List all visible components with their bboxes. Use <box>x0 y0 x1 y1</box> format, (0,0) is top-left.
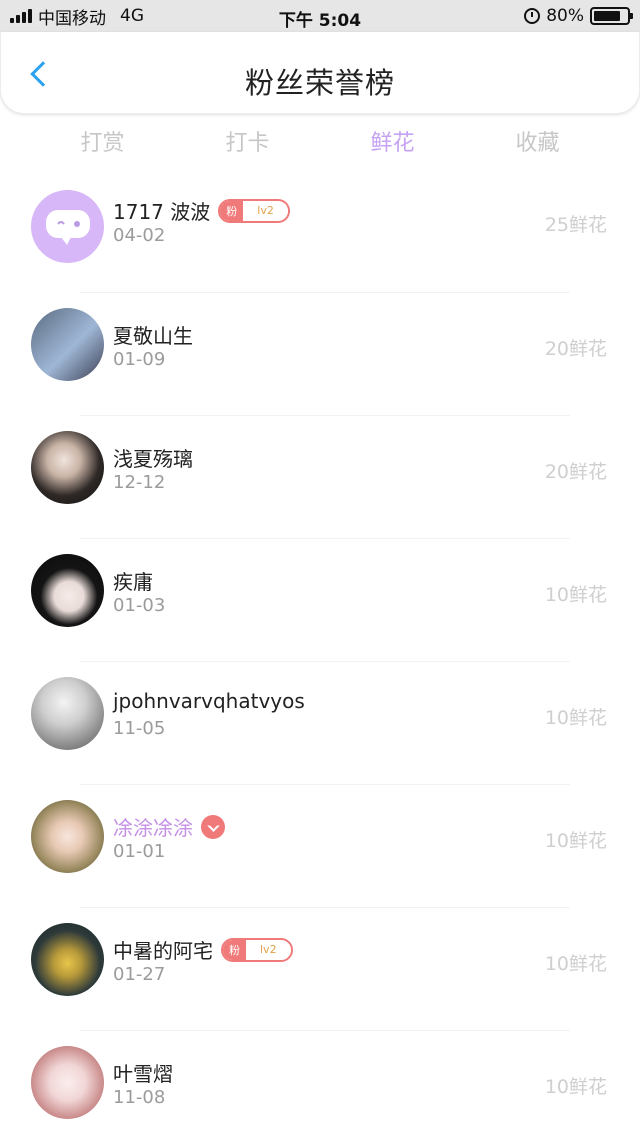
fan-name-text: 叶雪熠 <box>113 1062 173 1086</box>
divider <box>80 538 570 539</box>
badge-label: 粉 <box>220 200 244 221</box>
avatar <box>31 1046 104 1119</box>
fan-name-text: 夏敬山生 <box>113 324 193 348</box>
list-item[interactable]: 疾庸 01-03 10鲜花 <box>0 538 640 661</box>
avatar <box>31 431 104 504</box>
alarm-icon <box>524 8 541 24</box>
fan-name: 叶雪熠 <box>113 1058 173 1087</box>
chat-bubble-icon <box>45 209 90 245</box>
battery-percent: 80% <box>546 6 584 26</box>
fan-name-text: 中暑的阿宅 <box>113 939 213 963</box>
divider <box>80 784 570 785</box>
tab-checkin[interactable]: 打卡 <box>175 122 320 166</box>
battery-icon <box>590 7 633 25</box>
fan-name: jpohnvarvqhatvyos <box>113 689 305 713</box>
divider <box>80 292 570 293</box>
flower-count: 10鲜花 <box>544 830 607 852</box>
fan-level-badge: 粉 lv2 <box>218 198 290 223</box>
fan-name-text: 1717 波波 <box>113 200 211 224</box>
list-item[interactable]: 中暑的阿宅 粉 lv2 01-27 10鲜花 <box>0 907 640 1030</box>
tab-bar: 打赏 打卡 鲜花 收藏 <box>0 122 640 166</box>
flower-count: 10鲜花 <box>544 584 607 606</box>
avatar <box>31 800 104 873</box>
tab-flowers[interactable]: 鲜花 <box>320 122 465 166</box>
page-title: 粉丝荣誉榜 <box>244 66 395 100</box>
fan-name-text: 疾庸 <box>113 570 153 594</box>
avatar <box>31 308 104 381</box>
status-right: 80% <box>524 0 633 32</box>
fan-date: 11-05 <box>113 718 166 739</box>
list-item[interactable]: 夏敬山生 01-09 20鲜花 <box>0 292 640 415</box>
tab-tips[interactable]: 打赏 <box>30 122 175 166</box>
flower-count: 20鲜花 <box>544 338 607 360</box>
list-item[interactable]: 叶雪熠 11-08 10鲜花 <box>0 1030 640 1138</box>
fan-level-badge: 粉 lv2 <box>221 937 293 962</box>
divider <box>80 1030 570 1031</box>
avatar <box>31 677 104 750</box>
fan-date: 01-01 <box>113 841 166 862</box>
flower-count: 10鲜花 <box>544 1076 607 1098</box>
divider <box>80 907 570 908</box>
fan-name: 疾庸 <box>113 566 153 595</box>
divider <box>80 661 570 662</box>
nav-header: 粉丝荣誉榜 <box>0 32 640 114</box>
badge-label: 粉 <box>223 939 246 960</box>
list-item[interactable]: 浅夏殇璃 12-12 20鲜花 <box>0 415 640 538</box>
avatar <box>31 554 104 627</box>
flower-count: 20鲜花 <box>544 461 607 483</box>
flower-count: 10鲜花 <box>544 953 607 975</box>
flower-count: 25鲜花 <box>544 214 607 236</box>
fan-name: 凃涂凃涂 <box>113 812 225 841</box>
fan-date: 01-03 <box>113 595 166 616</box>
fan-name-text: 凃涂凃涂 <box>113 816 193 840</box>
fan-name: 中暑的阿宅 粉 lv2 <box>113 935 293 964</box>
fan-date: 01-09 <box>113 349 166 370</box>
fan-name-text: 浅夏殇璃 <box>113 447 193 471</box>
fan-date: 01-27 <box>113 964 166 985</box>
fan-name: 夏敬山生 <box>113 320 193 349</box>
badge-level: lv2 <box>243 204 288 217</box>
fan-date: 11-08 <box>113 1087 166 1108</box>
tab-favorites[interactable]: 收藏 <box>465 122 610 166</box>
avatar <box>31 190 104 263</box>
avatar <box>31 923 104 996</box>
fan-date: 04-02 <box>113 225 166 246</box>
fan-name: 浅夏殇璃 <box>113 443 193 472</box>
fan-date: 12-12 <box>113 472 166 493</box>
list-item[interactable]: 1717 波波 粉 lv2 04-02 25鲜花 <box>0 186 640 309</box>
list-item[interactable]: 凃涂凃涂 01-01 10鲜花 <box>0 784 640 907</box>
fan-name: 1717 波波 粉 lv2 <box>113 196 290 225</box>
fan-name-text: jpohnvarvqhatvyos <box>113 689 305 713</box>
badge-level: lv2 <box>246 943 291 956</box>
flower-count: 10鲜花 <box>544 707 607 729</box>
status-bar: 中国移动 4G 下午 5:04 80% <box>0 0 640 32</box>
divider <box>80 415 570 416</box>
list-item[interactable]: jpohnvarvqhatvyos 11-05 10鲜花 <box>0 661 640 784</box>
diamond-icon <box>201 814 225 839</box>
